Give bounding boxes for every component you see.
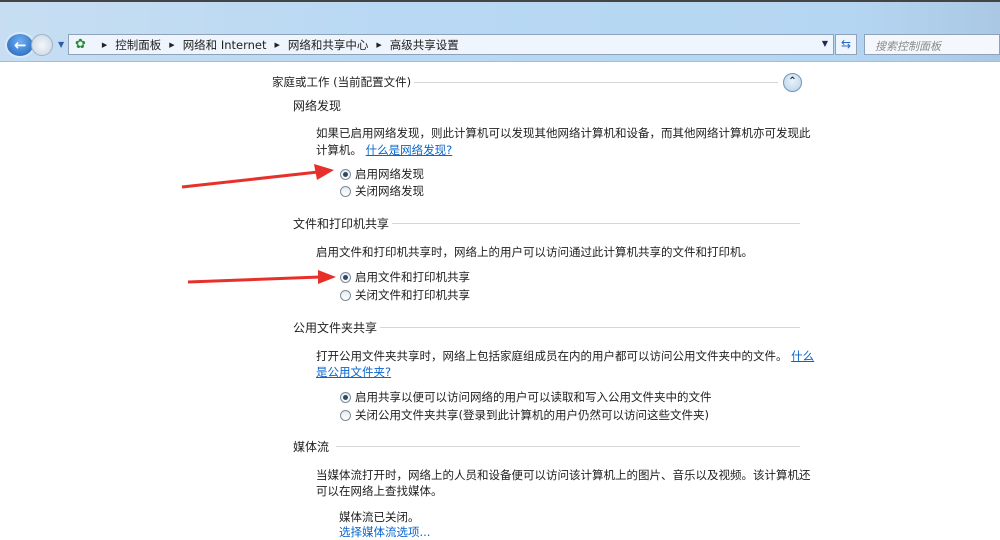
red-arrow-icon — [187, 270, 336, 284]
red-arrow-icon — [181, 164, 334, 189]
annotation-arrows — [181, 164, 336, 284]
